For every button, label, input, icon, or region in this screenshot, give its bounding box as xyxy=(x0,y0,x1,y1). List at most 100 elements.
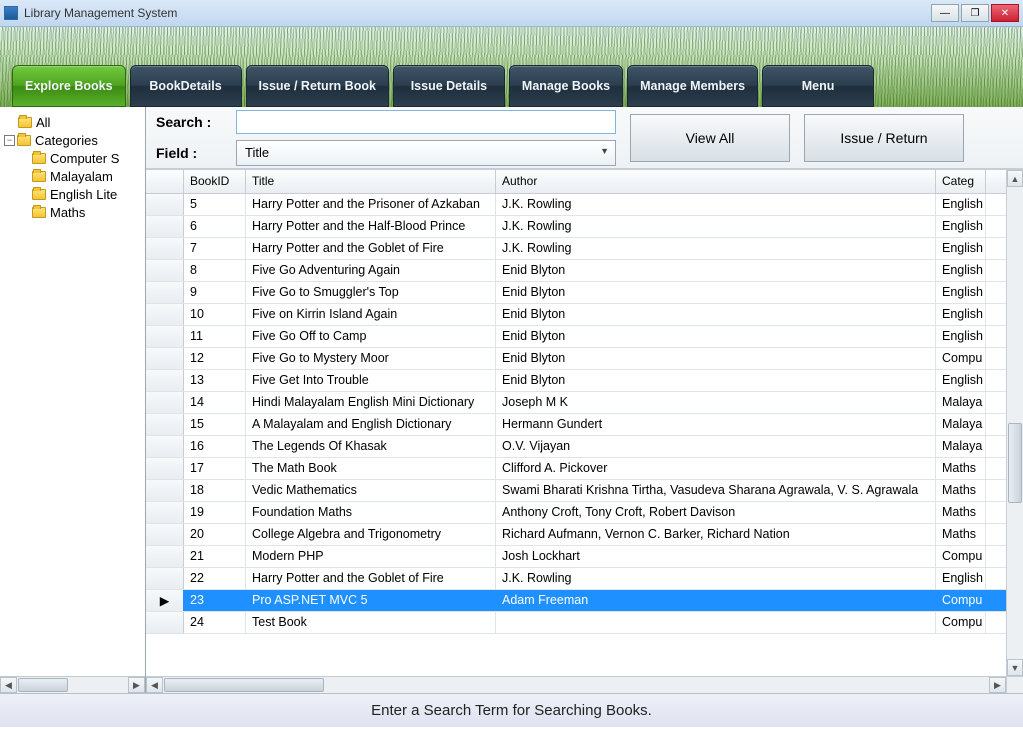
grid-hscrollbar[interactable]: ◀ ▶ xyxy=(146,676,1006,693)
main-tabs: Explore BooksBookDetailsIssue / Return B… xyxy=(8,65,878,107)
scroll-right-icon[interactable]: ▶ xyxy=(989,677,1006,693)
scroll-left-icon[interactable]: ◀ xyxy=(146,677,163,693)
status-bar: Enter a Search Term for Searching Books. xyxy=(0,693,1023,727)
table-row[interactable]: 12Five Go to Mystery MoorEnid BlytonComp… xyxy=(146,348,1006,370)
cell-category: Maths xyxy=(936,502,986,523)
search-label: Search : xyxy=(156,114,236,130)
maximize-button[interactable]: ❐ xyxy=(961,4,989,22)
cell-bookid: 24 xyxy=(184,612,246,633)
cell-title: The Legends Of Khasak xyxy=(246,436,496,457)
grid-vscrollbar[interactable]: ▲ ▼ xyxy=(1006,170,1023,676)
cell-bookid: 10 xyxy=(184,304,246,325)
tab-manage-books[interactable]: Manage Books xyxy=(509,65,623,107)
table-row[interactable]: 6Harry Potter and the Half-Blood PrinceJ… xyxy=(146,216,1006,238)
cell-title: Five Go Adventuring Again xyxy=(246,260,496,281)
tab-issue-details[interactable]: Issue Details xyxy=(393,65,505,107)
cell-author: J.K. Rowling xyxy=(496,568,936,589)
cell-bookid: 13 xyxy=(184,370,246,391)
cell-author: Swami Bharati Krishna Tirtha, Vasudeva S… xyxy=(496,480,936,501)
table-row[interactable]: 8Five Go Adventuring AgainEnid BlytonEng… xyxy=(146,260,1006,282)
table-row[interactable]: 16The Legends Of KhasakO.V. VijayanMalay… xyxy=(146,436,1006,458)
field-combobox[interactable]: Title xyxy=(236,140,616,166)
tree-node-all[interactable]: All xyxy=(4,113,145,131)
col-author[interactable]: Author xyxy=(496,170,936,193)
row-header xyxy=(146,524,184,545)
table-row[interactable]: 24Test BookCompu xyxy=(146,612,1006,634)
folder-icon xyxy=(18,117,32,128)
tree-node-computer-s[interactable]: Computer S xyxy=(4,149,145,167)
header: Explore BooksBookDetailsIssue / Return B… xyxy=(0,27,1023,107)
cell-author: Richard Aufmann, Vernon C. Barker, Richa… xyxy=(496,524,936,545)
tab-menu[interactable]: Menu xyxy=(762,65,874,107)
field-value: Title xyxy=(245,145,269,160)
col-title[interactable]: Title xyxy=(246,170,496,193)
row-header xyxy=(146,458,184,479)
table-row[interactable]: ▶23Pro ASP.NET MVC 5Adam FreemanCompu xyxy=(146,590,1006,612)
cell-category: Maths xyxy=(936,480,986,501)
cell-category: English xyxy=(936,304,986,325)
scroll-thumb[interactable] xyxy=(18,678,68,692)
tab-bookdetails[interactable]: BookDetails xyxy=(130,65,242,107)
table-row[interactable]: 13Five Get Into TroubleEnid BlytonEnglis… xyxy=(146,370,1006,392)
table-row[interactable]: 17The Math BookClifford A. PickoverMaths xyxy=(146,458,1006,480)
cell-title: Harry Potter and the Half-Blood Prince xyxy=(246,216,496,237)
tree-label: Malayalam xyxy=(50,169,113,184)
scroll-thumb[interactable] xyxy=(164,678,324,692)
folder-icon xyxy=(32,207,46,218)
view-all-button[interactable]: View All xyxy=(630,114,790,162)
tree-node-malayalam[interactable]: Malayalam xyxy=(4,167,145,185)
scroll-right-icon[interactable]: ▶ xyxy=(128,677,145,693)
tab-manage-members[interactable]: Manage Members xyxy=(627,65,758,107)
app-icon xyxy=(4,6,18,20)
cell-author: Clifford A. Pickover xyxy=(496,458,936,479)
table-row[interactable]: 18Vedic MathematicsSwami Bharati Krishna… xyxy=(146,480,1006,502)
status-text: Enter a Search Term for Searching Books. xyxy=(371,702,652,719)
table-row[interactable]: 15A Malayalam and English DictionaryHerm… xyxy=(146,414,1006,436)
tree-hscrollbar[interactable]: ◀ ▶ xyxy=(0,676,145,693)
table-row[interactable]: 22Harry Potter and the Goblet of FireJ.K… xyxy=(146,568,1006,590)
cell-bookid: 11 xyxy=(184,326,246,347)
col-category[interactable]: Categ xyxy=(936,170,986,193)
cell-category: English xyxy=(936,238,986,259)
table-row[interactable]: 19Foundation MathsAnthony Croft, Tony Cr… xyxy=(146,502,1006,524)
table-row[interactable]: 7Harry Potter and the Goblet of FireJ.K.… xyxy=(146,238,1006,260)
cell-author: Joseph M K xyxy=(496,392,936,413)
folder-icon xyxy=(17,135,31,146)
cell-category: Malaya xyxy=(936,414,986,435)
table-row[interactable]: 11Five Go Off to CampEnid BlytonEnglish xyxy=(146,326,1006,348)
search-panel: Search : Field : Title View All Issue / … xyxy=(146,107,1023,169)
cell-author: J.K. Rowling xyxy=(496,238,936,259)
table-row[interactable]: 9Five Go to Smuggler's TopEnid BlytonEng… xyxy=(146,282,1006,304)
table-row[interactable]: 21Modern PHPJosh LockhartCompu xyxy=(146,546,1006,568)
minimize-button[interactable]: — xyxy=(931,4,959,22)
cell-bookid: 5 xyxy=(184,194,246,215)
tab-explore-books[interactable]: Explore Books xyxy=(12,65,126,107)
scroll-left-icon[interactable]: ◀ xyxy=(0,677,17,693)
col-bookid[interactable]: BookID xyxy=(184,170,246,193)
tree-node-english-lite[interactable]: English Lite xyxy=(4,185,145,203)
scroll-thumb[interactable] xyxy=(1008,423,1022,503)
table-row[interactable]: 5Harry Potter and the Prisoner of Azkaba… xyxy=(146,194,1006,216)
collapse-icon[interactable]: − xyxy=(4,135,15,146)
close-button[interactable]: ✕ xyxy=(991,4,1019,22)
grid-header: BookID Title Author Categ xyxy=(146,170,1023,194)
cell-title: Harry Potter and the Goblet of Fire xyxy=(246,568,496,589)
issue-return-button[interactable]: Issue / Return xyxy=(804,114,964,162)
field-label: Field : xyxy=(156,145,236,161)
scroll-down-icon[interactable]: ▼ xyxy=(1007,659,1023,676)
row-header xyxy=(146,370,184,391)
cell-category: Compu xyxy=(936,348,986,369)
tree-node-maths[interactable]: Maths xyxy=(4,203,145,221)
table-row[interactable]: 14Hindi Malayalam English Mini Dictionar… xyxy=(146,392,1006,414)
table-row[interactable]: 10Five on Kirrin Island AgainEnid Blyton… xyxy=(146,304,1006,326)
scroll-up-icon[interactable]: ▲ xyxy=(1007,170,1023,187)
search-input[interactable] xyxy=(236,110,616,134)
cell-category: English xyxy=(936,194,986,215)
row-header xyxy=(146,414,184,435)
tree-node-categories[interactable]: − Categories xyxy=(4,131,145,149)
col-rowheader[interactable] xyxy=(146,170,184,193)
tab-issue-return-book[interactable]: Issue / Return Book xyxy=(246,65,389,107)
row-header xyxy=(146,326,184,347)
cell-category: English xyxy=(936,216,986,237)
table-row[interactable]: 20College Algebra and TrigonometryRichar… xyxy=(146,524,1006,546)
